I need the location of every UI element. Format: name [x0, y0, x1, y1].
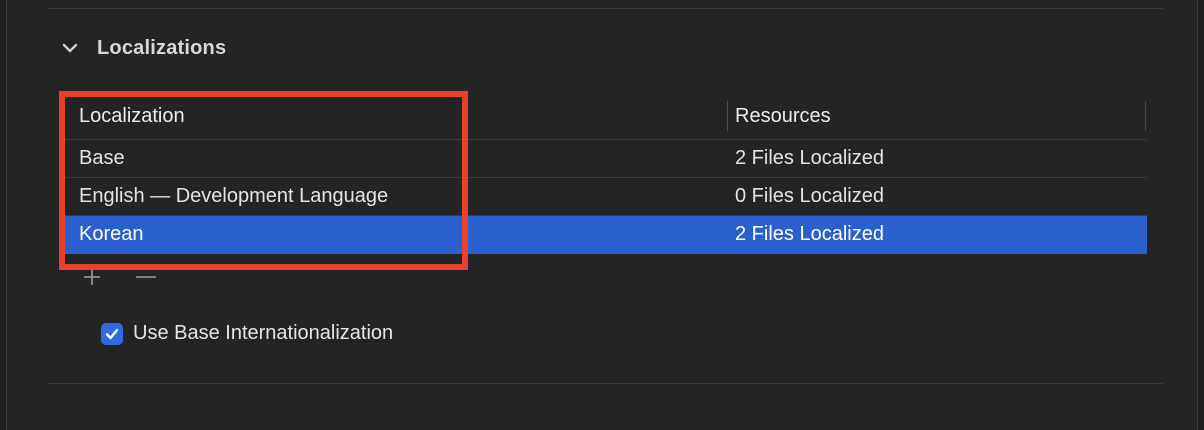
minus-icon — [136, 276, 156, 278]
localization-cell: English — Development Language — [79, 185, 389, 207]
use-base-internationalization-label: Use Base Internationalization — [133, 322, 394, 344]
add-localization-button[interactable] — [77, 262, 107, 292]
resources-cell: 2 Files Localized — [735, 223, 884, 245]
table-row[interactable]: Base 2 Files Localized — [65, 140, 1147, 178]
section-title: Localizations — [97, 36, 227, 59]
use-base-internationalization-checkbox[interactable] — [101, 322, 123, 345]
localizations-section-header[interactable]: Localizations — [59, 30, 226, 66]
resources-cell: 2 Files Localized — [735, 147, 884, 169]
table-header: Localization Resources — [65, 97, 1147, 140]
table-row-selected[interactable]: Korean 2 Files Localized — [65, 216, 1147, 254]
use-base-internationalization-option[interactable]: Use Base Internationalization — [101, 322, 393, 345]
table-toolbar — [77, 262, 161, 292]
resources-cell: 0 Files Localized — [735, 185, 884, 207]
column-separator[interactable] — [727, 101, 728, 131]
column-header-localization[interactable]: Localization — [79, 97, 185, 139]
checkmark-icon — [105, 328, 119, 339]
column-separator[interactable] — [1145, 101, 1146, 131]
localizations-panel: Localizations Localization Resources Bas… — [6, 0, 1198, 430]
top-divider — [47, 8, 1163, 9]
chevron-down-icon[interactable] — [59, 37, 81, 59]
localization-cell: Korean — [79, 223, 144, 245]
localization-cell: Base — [79, 147, 125, 169]
remove-localization-button[interactable] — [131, 262, 161, 292]
table-row[interactable]: English — Development Language 0 Files L… — [65, 178, 1147, 216]
bottom-divider — [47, 383, 1163, 384]
column-header-resources[interactable]: Resources — [735, 97, 831, 139]
localizations-table: Localization Resources Base 2 Files Loca… — [65, 97, 1147, 254]
plus-icon — [84, 269, 100, 285]
